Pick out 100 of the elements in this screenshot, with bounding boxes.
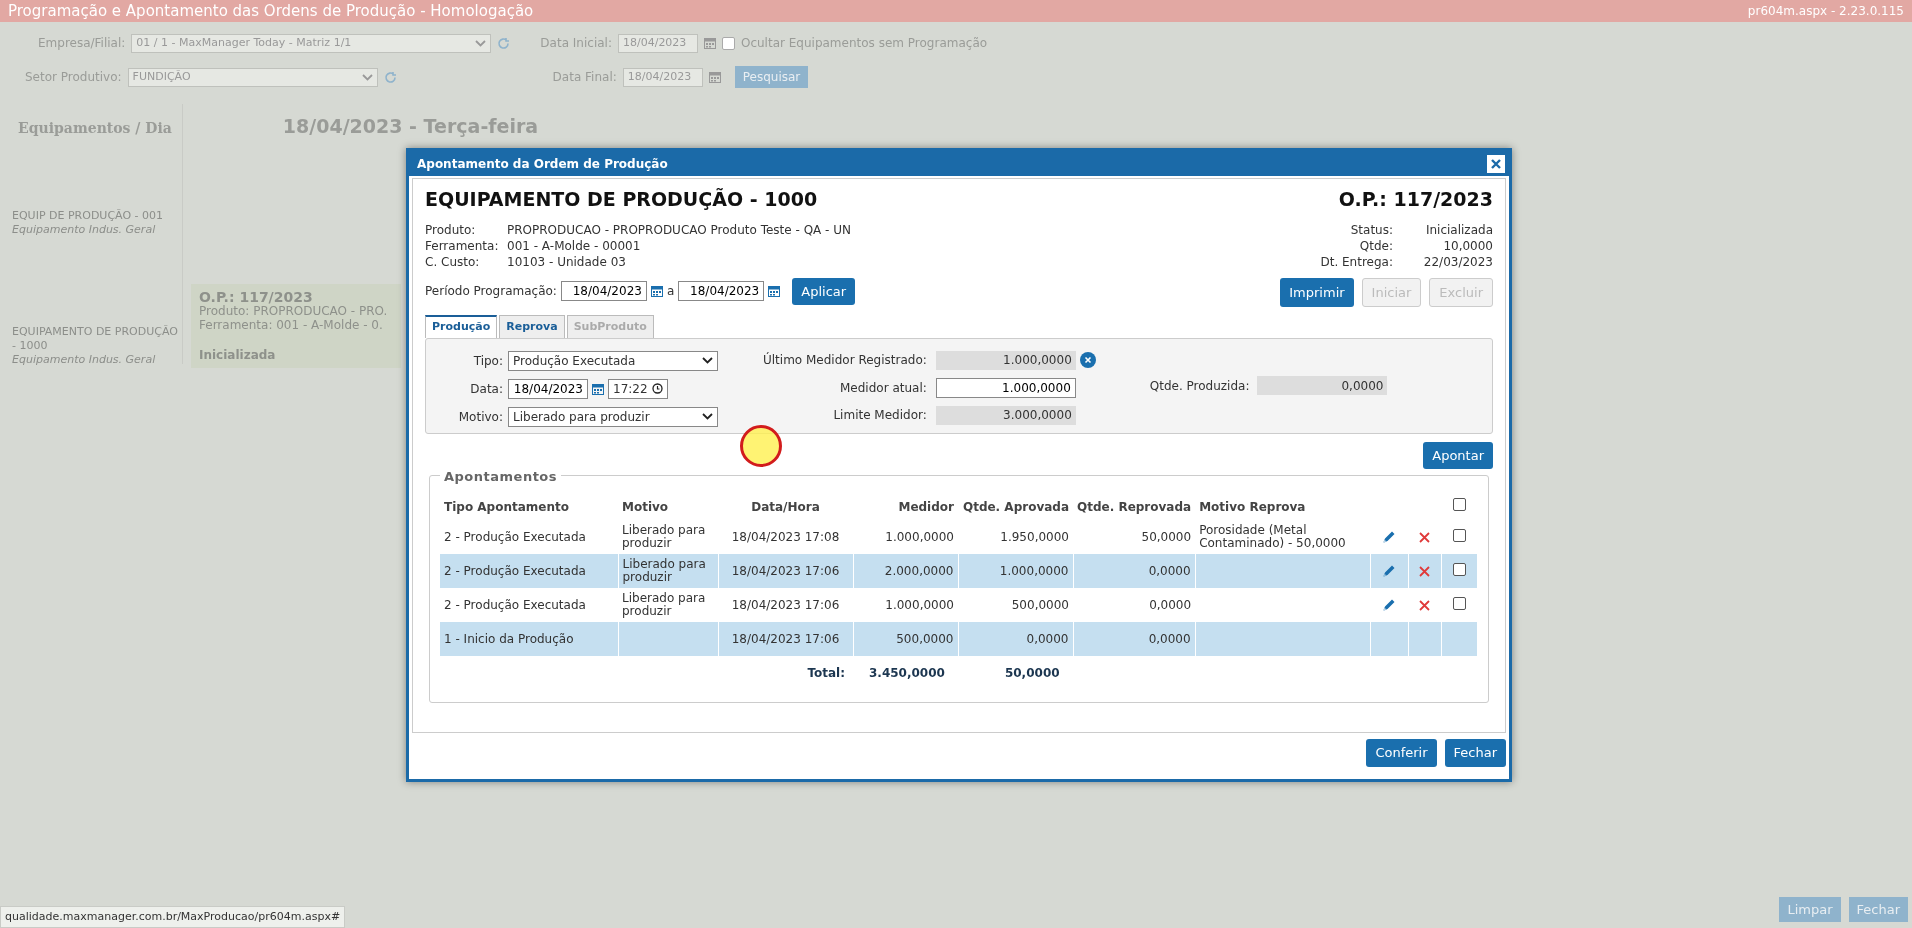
table-cell: 0,0000 [1149, 597, 1192, 612]
order-title: O.P.: 117/2023 [199, 289, 314, 304]
table-cell: Liberado para produzir [622, 557, 706, 584]
info-label: Status: [1349, 221, 1393, 238]
print-button[interactable]: Imprimir [1280, 277, 1354, 307]
date-field[interactable]: 18/04/2023 [508, 378, 588, 399]
info-value: PROPRODUCAO - PROPRODUCAO Produto Teste - QA - UN [507, 221, 851, 238]
table-cell: Liberado para produzir [622, 523, 706, 550]
version-text: pr604m.aspx - 2.23.0.115 [1747, 3, 1904, 20]
column-header: Motivo [621, 499, 670, 516]
close-button[interactable] [1487, 154, 1505, 173]
calendar-icon[interactable] [650, 285, 663, 298]
order-number: O.P.: 117/2023 [1337, 187, 1493, 212]
meter-input[interactable]: 1.000,0000 [935, 377, 1076, 398]
info-label: Produto: [425, 221, 477, 238]
table-cell: 2 - Produção Executada [444, 529, 586, 544]
table-cell: 1.000,0000 [999, 563, 1069, 578]
field-label: Último Medidor Registrado: [763, 351, 928, 369]
equipment-type: Equipamento Indus. Geral [12, 223, 157, 237]
check-button[interactable]: Conferir [1366, 739, 1437, 767]
table-row[interactable]: 2 - Produção Executada Liberado para produzir 18/04/2023 17:06 2.000,0000 1.000,0000 0,0000 [440, 554, 1478, 588]
field-label: Setor Produtivo: [25, 69, 122, 86]
table-cell: 1.000,0000 [885, 529, 954, 544]
column-header: Qtde. Aprovada [961, 499, 1070, 516]
close-icon [1491, 158, 1501, 169]
field-label: Medidor atual: [839, 379, 928, 397]
tab[interactable]: Reprova [499, 315, 565, 338]
clear-icon[interactable] [1079, 352, 1096, 368]
table-cell: 500,0000 [1011, 597, 1069, 612]
field-label: Data: [469, 380, 504, 398]
order-product: Produto: PROPRODUCAO - PRO. [199, 303, 389, 318]
order-status: Inicializada [199, 347, 277, 362]
reason-select[interactable]: Liberado para produzir [508, 406, 718, 427]
equipment-name: EQUIPAMENTO DE PRODUÇÃO - 1000 [12, 325, 178, 353]
field-label: Qtde. Produzida: [1149, 377, 1250, 395]
dialog-title: Apontamento da Ordem de Produção [417, 155, 668, 173]
pencil-icon[interactable] [1382, 598, 1397, 612]
select-all-checkbox[interactable] [1452, 498, 1466, 511]
caret-icon [361, 73, 373, 81]
table-cell: 1 - Inicio da Produção [444, 631, 574, 646]
table-cell: 500,0000 [896, 631, 954, 646]
table-cell: 50,0000 [1141, 529, 1192, 544]
type-select[interactable]: Produção Executada [508, 350, 718, 371]
close-button[interactable]: Fechar [1444, 739, 1506, 767]
submit-button[interactable]: Apontar [1423, 441, 1493, 469]
info-label: Ferramenta: [425, 237, 500, 254]
column-header: Qtde. Reprovada [1076, 499, 1193, 516]
delete-icon[interactable] [1419, 599, 1431, 611]
calendar-icon[interactable] [768, 285, 781, 298]
order-tool: Ferramenta: 001 - A-Molde - 0. [199, 317, 384, 332]
date-field[interactable]: 18/04/2023 [560, 281, 647, 302]
checkbox[interactable] [721, 36, 735, 50]
time-field[interactable]: 17:22 [608, 378, 668, 399]
pencil-icon[interactable] [1382, 564, 1397, 578]
row-checkbox[interactable] [1452, 563, 1466, 576]
table-cell: 1.000,0000 [885, 597, 954, 612]
field-label: Tipo: [472, 352, 504, 370]
readonly-field: 1.000,0000 [935, 350, 1076, 370]
field-label: Empresa/Filial: [38, 35, 126, 52]
info-value: 10,0000 [1442, 237, 1493, 254]
column-header: Medidor [897, 499, 955, 516]
info-label: C. Custo: [425, 253, 481, 270]
table-row[interactable]: 2 - Produção Executada Liberado para produzir 18/04/2023 17:06 1.000,0000 500,0000 0,0000 [440, 588, 1478, 622]
caret-icon [702, 413, 713, 420]
tab[interactable]: Produção [425, 315, 498, 338]
table-cell: 18/04/2023 17:06 [731, 563, 840, 578]
caret-icon [475, 39, 487, 47]
readonly-field: 3.000,0000 [935, 405, 1076, 425]
column-header: Tipo Apontamento [443, 499, 570, 516]
clock-icon [652, 383, 663, 394]
info-label: Qtde: [1358, 237, 1393, 254]
field-label: Limite Medidor: [832, 407, 928, 424]
column-header: Motivo Reprova [1198, 499, 1307, 516]
delete-icon[interactable] [1419, 565, 1431, 577]
row-checkbox[interactable] [1452, 597, 1466, 610]
total-value: 3.450,0000 [869, 665, 945, 682]
equipment-title: EQUIPAMENTO DE PRODUÇÃO - 1000 [425, 187, 819, 212]
table-cell: Porosidade (Metal Contaminado) - 50,0000 [1199, 523, 1346, 550]
table-cell: 2 - Produção Executada [444, 563, 586, 578]
row-checkbox[interactable] [1452, 529, 1466, 542]
table-cell: 1.950,0000 [1000, 529, 1069, 544]
info-value: 001 - A-Molde - 00001 [507, 237, 641, 254]
field-label: Data Final: [552, 69, 617, 86]
table-cell: 2.000,0000 [884, 563, 954, 578]
total-value: 50,0000 [1004, 665, 1060, 682]
separator-text: a [666, 283, 675, 301]
apply-button[interactable]: Aplicar [792, 277, 856, 305]
status-url: qualidade.maxmanager.com.br/MaxProducao/pr604m.aspx# [0, 905, 346, 928]
info-value: Inicializada [1424, 221, 1493, 238]
page-title: Programação e Apontamento das Ordens de Produção - Homologação [8, 0, 534, 22]
column-header: Data/Hora [750, 499, 821, 516]
field-label: Motivo: [457, 408, 504, 426]
pencil-icon[interactable] [1382, 530, 1397, 544]
delete-icon[interactable] [1419, 531, 1431, 543]
calendar-icon[interactable] [592, 382, 604, 395]
table-row[interactable]: 1 - Inicio da Produção 18/04/2023 17:06 500,0000 0,0000 0,0000 [440, 622, 1478, 656]
total-label: Total: [806, 665, 845, 682]
table-cell: 2 - Produção Executada [444, 597, 586, 612]
date-field[interactable]: 18/04/2023 [678, 281, 765, 302]
equipment-name: EQUIP DE PRODUÇÃO - 001 [12, 209, 165, 223]
